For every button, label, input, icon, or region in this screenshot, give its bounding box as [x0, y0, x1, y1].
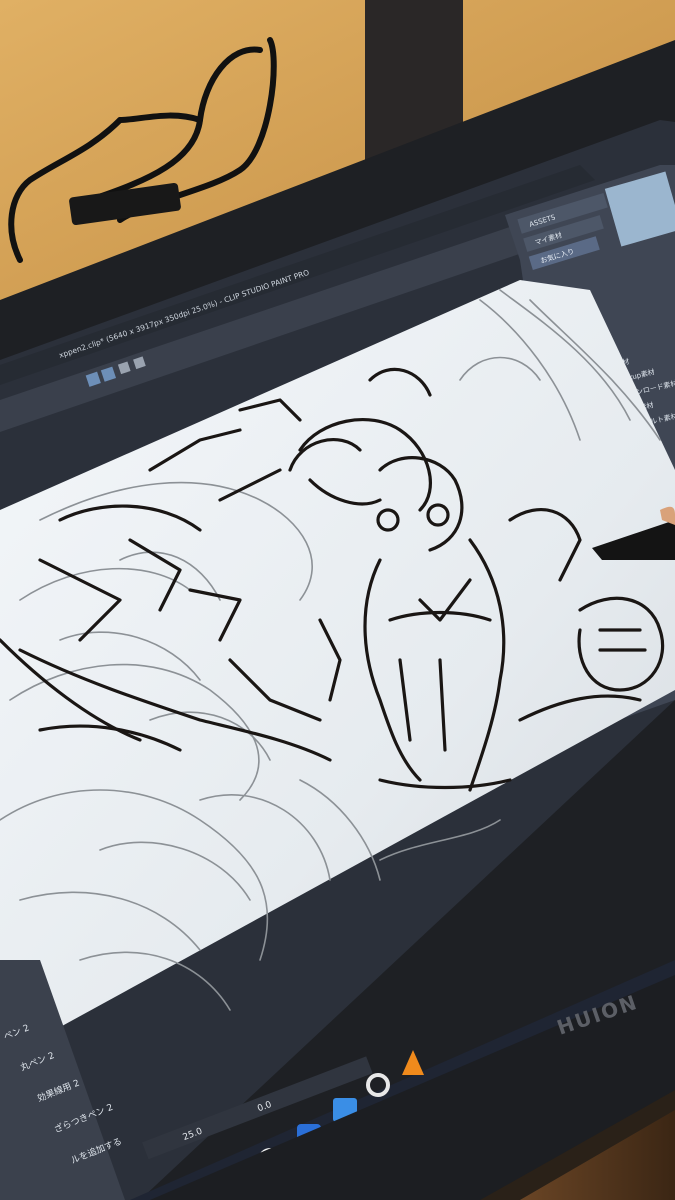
photo-scene: xppen2.clip* (5640 x 3917px 350dpi 25.0%…: [0, 0, 675, 1200]
